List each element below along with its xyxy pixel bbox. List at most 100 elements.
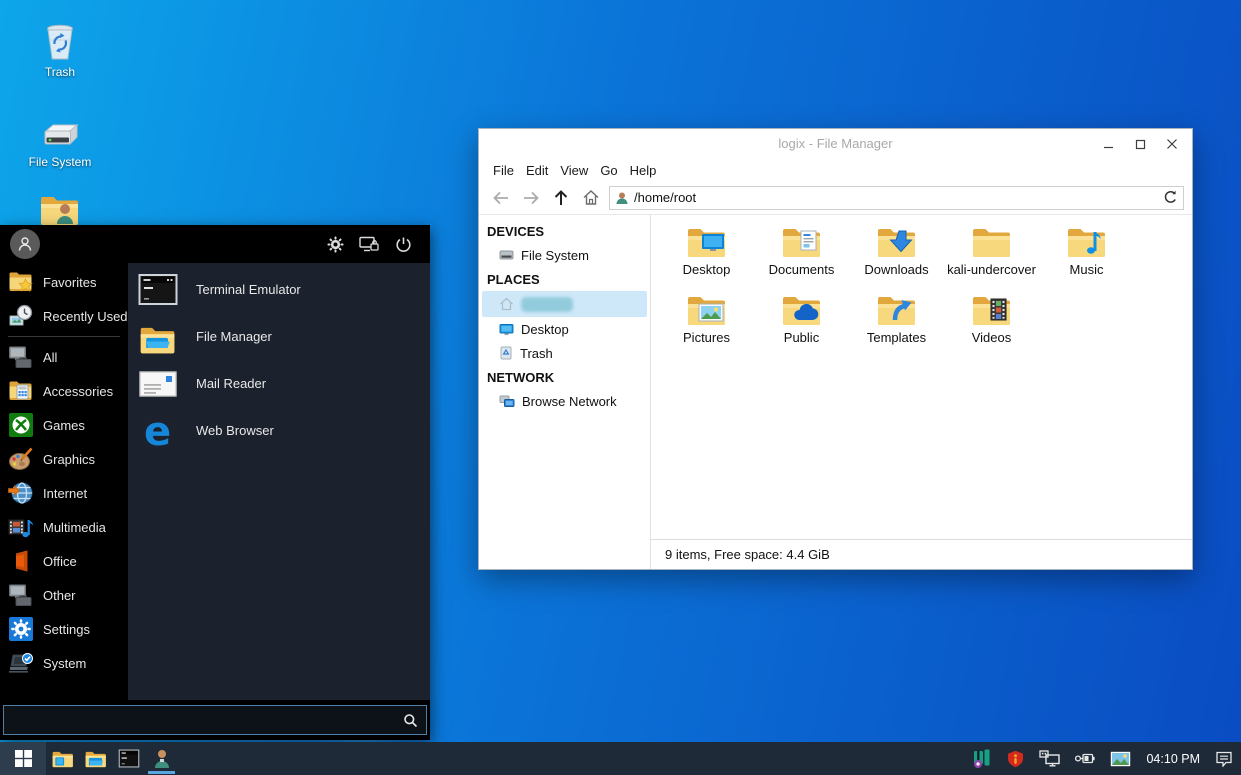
security-shield-icon (1007, 750, 1024, 768)
terminal-icon (138, 270, 178, 310)
close-icon (1166, 138, 1178, 150)
desktop-icon-home-folder[interactable] (17, 193, 103, 227)
user-avatar[interactable] (10, 229, 40, 259)
category-system[interactable]: System (0, 646, 128, 680)
tray-security-button[interactable] (1007, 750, 1024, 768)
app-mail-reader[interactable]: Mail Reader (128, 360, 430, 407)
power-button[interactable] (390, 231, 416, 257)
search-box[interactable] (3, 705, 427, 735)
taskbar-explorer-button[interactable] (46, 742, 79, 775)
file-item-downloads[interactable]: Downloads (849, 225, 944, 291)
category-office[interactable]: Office (0, 544, 128, 578)
cmd-terminal-icon (118, 749, 140, 768)
sidebar: DEVICES File System PLACES (479, 215, 651, 569)
category-internet[interactable]: Internet (0, 476, 128, 510)
reload-button[interactable] (1157, 187, 1183, 209)
app-web-browser[interactable]: e Web Browser (128, 407, 430, 454)
file-list: Desktop Documents (651, 215, 1192, 539)
home-small-icon (499, 297, 514, 311)
menu-go[interactable]: Go (594, 163, 623, 178)
back-button[interactable] (489, 186, 513, 210)
app-file-manager[interactable]: File Manager (128, 313, 430, 360)
sidebar-item-desktop[interactable]: Desktop (479, 317, 650, 341)
menu-view[interactable]: View (554, 163, 594, 178)
file-item-templates[interactable]: Templates (849, 293, 944, 359)
sidebar-item-browse-network[interactable]: Browse Network (479, 389, 650, 413)
close-button[interactable] (1156, 132, 1188, 156)
sidebar-item-file-system[interactable]: File System (479, 243, 650, 267)
back-arrow-icon (492, 190, 510, 206)
sidebar-item-home[interactable] (482, 291, 647, 317)
image-viewer-icon (1110, 751, 1131, 767)
category-list: Favorites Recently Used (0, 263, 128, 700)
film-note-icon (8, 515, 34, 539)
folder-templates-icon (875, 293, 919, 327)
file-item-documents[interactable]: Documents (754, 225, 849, 291)
laptop-check-icon (8, 651, 34, 675)
folder-icon (84, 749, 108, 769)
sidebar-item-trash[interactable]: Trash (479, 341, 650, 365)
folder-videos-icon (970, 293, 1014, 327)
folder-plain-icon (970, 225, 1014, 259)
maximize-icon (1135, 139, 1146, 150)
file-item-kali-undercover[interactable]: kali-undercover (944, 225, 1039, 291)
file-item-videos[interactable]: Videos (944, 293, 1039, 359)
office-icon (8, 549, 34, 573)
minimize-button[interactable] (1092, 132, 1124, 156)
up-button[interactable] (549, 186, 573, 210)
window-titlebar[interactable]: logix - File Manager (479, 129, 1192, 159)
home-label-redacted (521, 297, 573, 312)
tray-kali-updates-button[interactable] (972, 749, 992, 769)
category-graphics[interactable]: Graphics (0, 442, 128, 476)
taskbar-clock[interactable]: 04:10 PM (1146, 752, 1200, 766)
menu-edit[interactable]: Edit (520, 163, 554, 178)
file-item-music[interactable]: Music (1039, 225, 1134, 291)
app-terminal-emulator[interactable]: Terminal Emulator (128, 266, 430, 313)
maximize-button[interactable] (1124, 132, 1156, 156)
menu-help[interactable]: Help (624, 163, 663, 178)
file-item-public[interactable]: Public (754, 293, 849, 359)
recycle-bin-icon (40, 22, 80, 62)
tray-power-button[interactable] (1075, 752, 1095, 765)
taskbar-file-manager-button[interactable] (79, 742, 112, 775)
menu-settings-button[interactable] (322, 231, 348, 257)
notification-center-button[interactable] (1215, 751, 1233, 767)
mail-icon (138, 364, 178, 404)
category-all[interactable]: All (0, 340, 128, 374)
category-other[interactable]: Other (0, 578, 128, 612)
category-multimedia[interactable]: Multimedia (0, 510, 128, 544)
taskbar-terminal-button[interactable] (112, 742, 145, 775)
menu-file[interactable]: File (487, 163, 520, 178)
menu-search-input[interactable] (12, 713, 403, 728)
folder-star-icon (8, 270, 34, 294)
tray-network-button[interactable] (1039, 750, 1060, 767)
folder-documents-icon (780, 225, 824, 259)
accessories-icon (8, 379, 34, 403)
file-item-desktop[interactable]: Desktop (659, 225, 754, 291)
category-settings[interactable]: Settings (0, 612, 128, 646)
folder-pictures-icon (685, 293, 729, 327)
forward-button[interactable] (519, 186, 543, 210)
start-menu: Favorites Recently Used (0, 225, 430, 740)
category-games[interactable]: Games (0, 408, 128, 442)
reload-icon (1163, 190, 1178, 205)
menubar: File Edit View Go Help (479, 159, 1192, 181)
lock-screen-button[interactable] (356, 231, 382, 257)
category-favorites[interactable]: Favorites (0, 265, 128, 299)
file-item-pictures[interactable]: Pictures (659, 293, 754, 359)
notification-icon (1215, 751, 1233, 767)
desktop-icon-file-system[interactable]: File System (17, 122, 103, 169)
desktop: Trash File System logix - File Manager (0, 0, 1241, 775)
category-accessories[interactable]: Accessories (0, 374, 128, 408)
tray-image-viewer-button[interactable] (1110, 751, 1131, 767)
home-button[interactable] (579, 186, 603, 210)
minimize-icon (1103, 139, 1114, 150)
desktop-icon-label: File System (17, 155, 103, 169)
desktop-icon-trash[interactable]: Trash (17, 22, 103, 79)
status-text: 9 items, Free space: 4.4 GiB (665, 547, 830, 562)
kali-updates-icon (972, 749, 992, 769)
taskbar-user-window-button[interactable] (145, 742, 178, 775)
category-recently-used[interactable]: Recently Used (0, 299, 128, 333)
start-button[interactable] (0, 742, 46, 775)
path-field[interactable]: /home/root (609, 186, 1184, 210)
